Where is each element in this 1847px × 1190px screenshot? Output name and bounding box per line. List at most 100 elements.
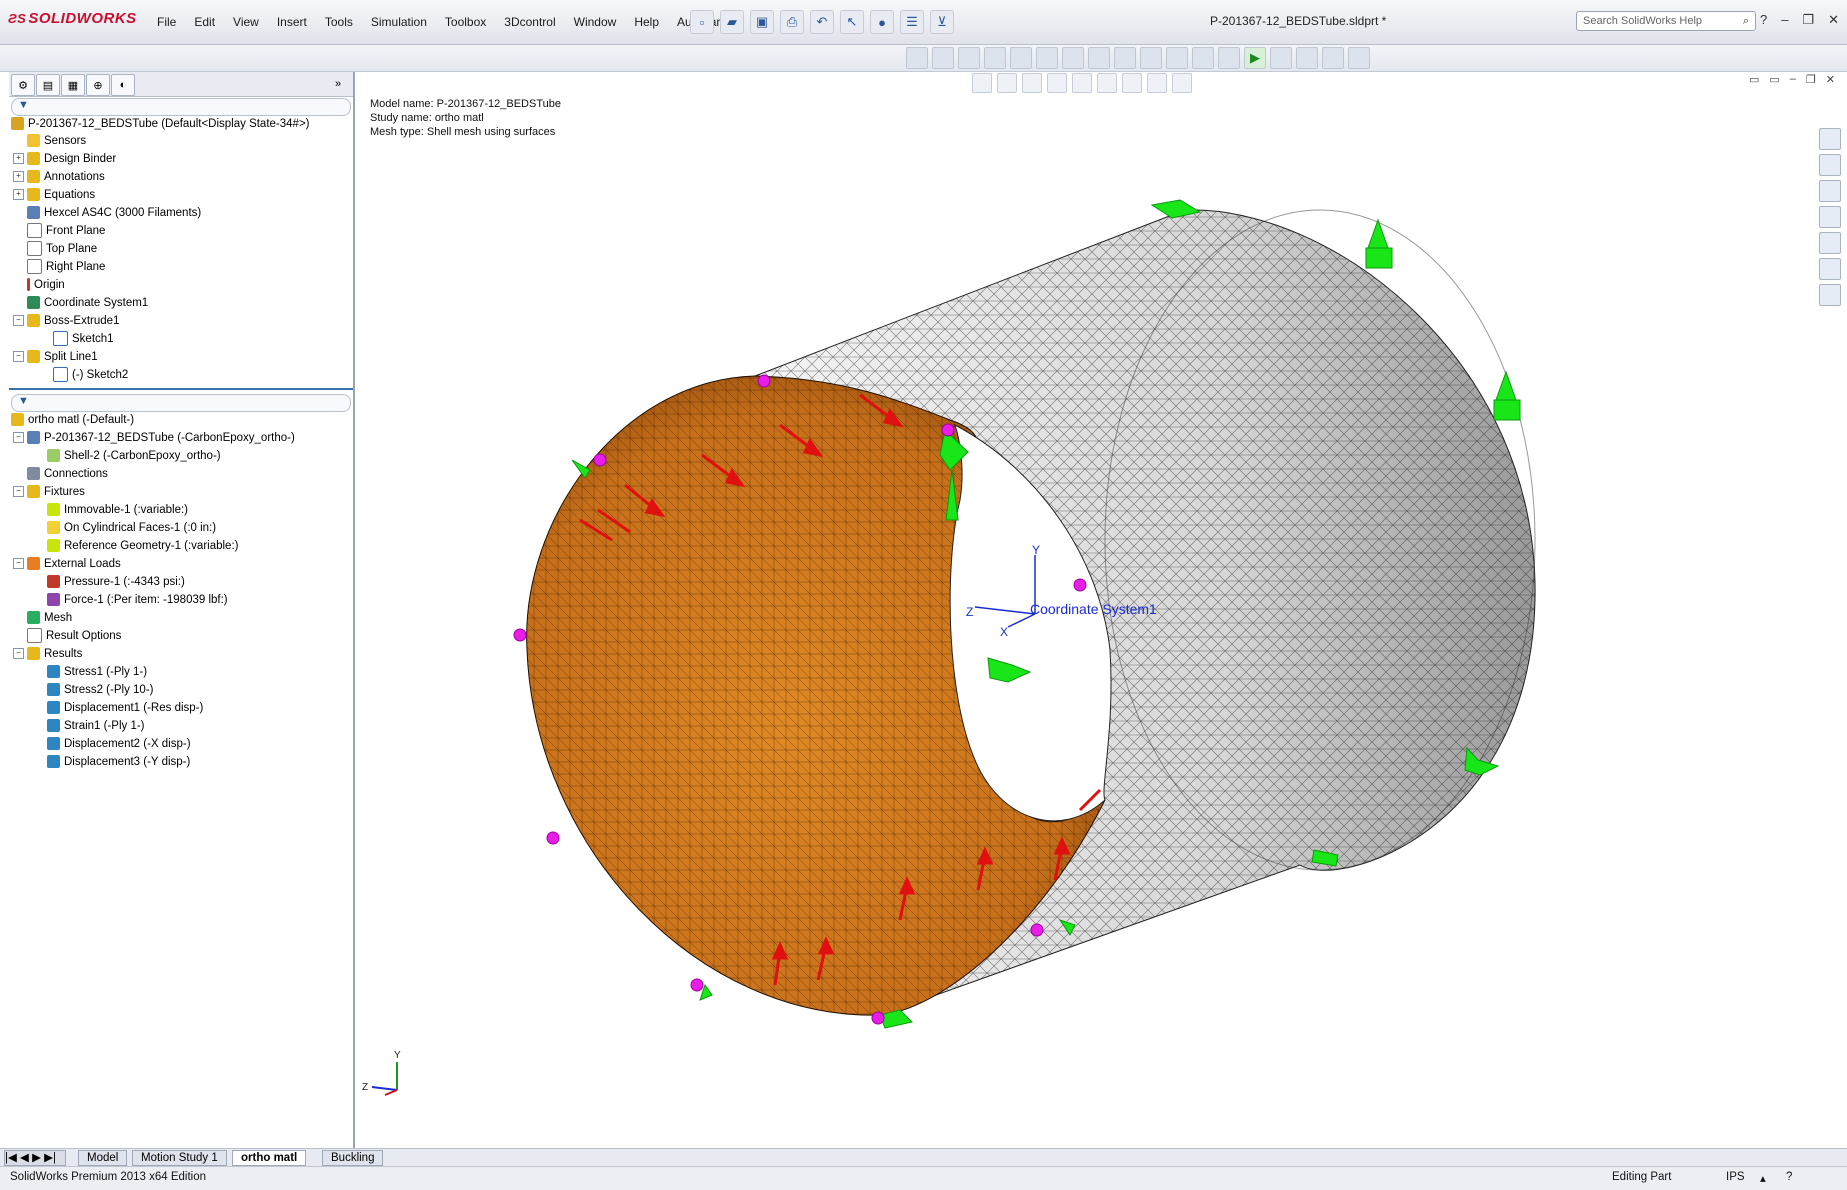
tree-item-sketch1[interactable]: Sketch1: [53, 331, 114, 348]
record-icon[interactable]: [1296, 47, 1318, 69]
color-map-icon[interactable]: [1166, 47, 1188, 69]
tree-item-sensors[interactable]: Sensors: [13, 133, 86, 150]
status-units[interactable]: IPS: [1726, 1171, 1745, 1183]
tree-item-equations[interactable]: + Equations: [13, 187, 95, 204]
study-root[interactable]: ortho matl (-Default-): [11, 412, 134, 429]
export-icon[interactable]: [1322, 47, 1344, 69]
study-item-shell[interactable]: Shell-2 (-CarbonEpoxy_ortho-): [47, 448, 221, 465]
tree-item-sketch2[interactable]: (-) Sketch2: [53, 367, 128, 384]
collapse-icon[interactable]: −: [13, 648, 24, 660]
collapse-icon[interactable]: −: [13, 558, 24, 570]
tube-mesh-model[interactable]: Y Z X Coordinate System1 Y Z: [355, 72, 1847, 1148]
collapse-icon[interactable]: −: [13, 315, 24, 327]
help-icon[interactable]: ?: [1760, 12, 1767, 28]
study-item-result-options[interactable]: Result Options: [13, 628, 121, 645]
edit-icon[interactable]: [1348, 47, 1370, 69]
menu-edit[interactable]: Edit: [185, 14, 224, 30]
material-icon[interactable]: [958, 47, 980, 69]
stop-icon[interactable]: [1270, 47, 1292, 69]
probe-icon[interactable]: [1192, 47, 1214, 69]
menu-toolbox[interactable]: Toolbox: [436, 14, 495, 30]
study-item-stress2[interactable]: Stress2 (-Ply 10-): [47, 682, 153, 699]
tree-item-boss-extrude[interactable]: − Boss-Extrude1: [13, 313, 119, 330]
tab-scroll-arrows-icon[interactable]: |◀ ◀ ▶ ▶|: [4, 1150, 66, 1166]
menu-window[interactable]: Window: [565, 14, 626, 30]
dimxpert-tab-icon[interactable]: ⊕: [86, 74, 110, 96]
report-icon[interactable]: [1218, 47, 1240, 69]
study-item-reference-geometry[interactable]: Reference Geometry-1 (:variable:): [47, 538, 238, 555]
feature-filter-input[interactable]: ▼: [11, 98, 351, 116]
search-icon[interactable]: ⌕: [1743, 15, 1749, 28]
menu-file[interactable]: File: [148, 14, 185, 30]
solidworks-logo[interactable]: ƧS SOLIDWORKS: [8, 10, 136, 34]
loads-icon[interactable]: [1062, 47, 1084, 69]
menu-3dcontrol[interactable]: 3Dcontrol: [495, 14, 564, 30]
tree-item-origin[interactable]: Origin: [13, 277, 65, 294]
expand-icon[interactable]: +: [13, 153, 24, 165]
tree-item-material[interactable]: Hexcel AS4C (3000 Filaments): [13, 205, 201, 222]
study-item-force[interactable]: Force-1 (:Per item: -198039 lbf:): [47, 592, 228, 609]
feature-manager-tab-icon[interactable]: ⚙: [11, 74, 35, 96]
collapse-icon[interactable]: −: [13, 432, 24, 444]
tab-ortho-matl[interactable]: ortho matl: [232, 1150, 307, 1166]
plot-icon[interactable]: [1140, 47, 1162, 69]
close-icon[interactable]: ✕: [1828, 12, 1839, 28]
menu-simulation[interactable]: Simulation: [362, 14, 436, 30]
display-manager-tab-icon[interactable]: ◐: [111, 74, 135, 96]
collapse-icon[interactable]: −: [13, 351, 24, 363]
results-icon[interactable]: [1088, 47, 1110, 69]
compare-icon[interactable]: [1114, 47, 1136, 69]
expand-icon[interactable]: +: [13, 189, 24, 201]
new-document-icon[interactable]: ▫: [690, 10, 714, 34]
study-item-fixtures[interactable]: − Fixtures: [13, 484, 85, 501]
study-item-external-loads[interactable]: − External Loads: [13, 556, 121, 573]
panel-divider[interactable]: [9, 388, 353, 390]
study-item-pressure[interactable]: Pressure-1 (:-4343 psi:): [47, 574, 185, 591]
minimize-icon[interactable]: –: [1781, 12, 1788, 28]
study-item-displacement1[interactable]: Displacement1 (-Res disp-): [47, 700, 203, 717]
select-arrow-icon[interactable]: ↖: [840, 10, 864, 34]
study-item-cylindrical-faces[interactable]: On Cylindrical Faces-1 (:0 in:): [47, 520, 216, 537]
help-status-icon[interactable]: ?: [1786, 1171, 1792, 1183]
configuration-manager-tab-icon[interactable]: ▦: [61, 74, 85, 96]
tab-buckling[interactable]: Buckling: [322, 1150, 384, 1166]
tab-motion-study-1[interactable]: Motion Study 1: [132, 1150, 227, 1166]
study-item-immovable[interactable]: Immovable-1 (:variable:): [47, 502, 188, 519]
options-icon[interactable]: ☰: [900, 10, 924, 34]
study-item-results[interactable]: − Results: [13, 646, 82, 663]
mesh-icon[interactable]: [1036, 47, 1058, 69]
tree-item-annotations[interactable]: + Annotations: [13, 169, 105, 186]
open-folder-icon[interactable]: ▰: [720, 10, 744, 34]
study-item-stress1[interactable]: Stress1 (-Ply 1-): [47, 664, 147, 681]
help-search-input[interactable]: Search SolidWorks Help ⌕: [1576, 11, 1756, 31]
study-item-strain1[interactable]: Strain1 (-Ply 1-): [47, 718, 145, 735]
study-item-part[interactable]: − P-201367-12_BEDSTube (-CarbonEpoxy_orth…: [13, 430, 295, 447]
expand-icon[interactable]: +: [13, 171, 24, 183]
tab-model[interactable]: Model: [78, 1150, 128, 1166]
menu-tools[interactable]: Tools: [316, 14, 362, 30]
property-manager-tab-icon[interactable]: ▤: [36, 74, 60, 96]
fixture-icon[interactable]: [932, 47, 954, 69]
study-item-displacement3[interactable]: Displacement3 (-Y disp-): [47, 754, 190, 771]
connection-icon[interactable]: [984, 47, 1006, 69]
study-icon[interactable]: [906, 47, 928, 69]
tree-item-right-plane[interactable]: Right Plane: [13, 259, 105, 276]
menu-insert[interactable]: Insert: [268, 14, 316, 30]
rebuild-icon[interactable]: ●: [870, 10, 894, 34]
menu-help[interactable]: Help: [625, 14, 668, 30]
run-icon[interactable]: ▶: [1244, 47, 1266, 69]
collapse-icon[interactable]: −: [13, 486, 24, 498]
tree-item-front-plane[interactable]: Front Plane: [13, 223, 105, 240]
tree-item-split-line[interactable]: − Split Line1: [13, 349, 98, 366]
restore-icon[interactable]: ❐: [1802, 12, 1814, 28]
study-filter-input[interactable]: ▼: [11, 394, 351, 412]
tree-root[interactable]: P-201367-12_BEDSTube (Default<Display St…: [11, 116, 310, 133]
study-item-displacement2[interactable]: Displacement2 (-X disp-): [47, 736, 191, 753]
menu-view[interactable]: View: [224, 14, 268, 30]
undo-icon[interactable]: ↶: [810, 10, 834, 34]
filter-select-icon[interactable]: ⊻: [930, 10, 954, 34]
units-chevron-icon[interactable]: ▴: [1760, 1171, 1766, 1185]
tree-item-design-binder[interactable]: + Design Binder: [13, 151, 116, 168]
expand-panel-icon[interactable]: »: [327, 74, 349, 94]
tree-item-top-plane[interactable]: Top Plane: [13, 241, 97, 258]
